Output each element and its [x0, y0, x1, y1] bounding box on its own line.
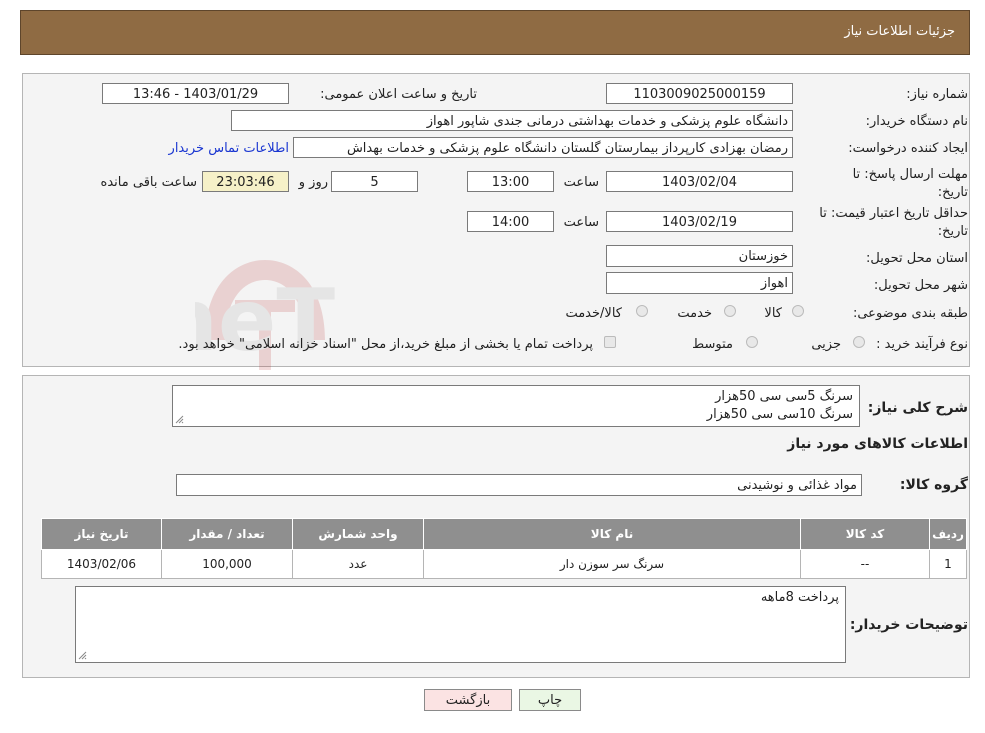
cell-item-code: --	[800, 549, 930, 579]
deadline-time-field: 13:00	[467, 171, 554, 192]
category-option-goods-service: کالا/خدمت	[565, 306, 622, 321]
summary-line-1: سرنگ 5سی سی 50هزار	[715, 389, 853, 404]
goods-table: ردیف کد کالا نام کالا واحد شمارش تعداد /…	[41, 518, 967, 579]
table-header-row: ردیف کد کالا نام کالا واحد شمارش تعداد /…	[41, 518, 967, 550]
deadline-date-field: 1403/02/04	[606, 171, 793, 192]
deadline-label-line1: مهلت ارسال پاسخ: تا	[852, 167, 968, 182]
province-field: خوزستان	[606, 245, 793, 267]
purchase-option-medium: متوسط	[692, 337, 733, 352]
category-radio-service[interactable]	[724, 305, 736, 317]
resize-grip-icon[interactable]	[175, 415, 184, 424]
category-radio-goods[interactable]	[792, 305, 804, 317]
need-number-field: 1103009025000159	[606, 83, 793, 104]
summary-label: شرح کلی نیاز:	[867, 400, 968, 416]
summary-line-2: سرنگ 10سی سی 50هزار	[706, 407, 853, 422]
announce-datetime-field: 1403/01/29 - 13:46	[102, 83, 289, 104]
col-header-unit: واحد شمارش	[292, 518, 424, 550]
deadline-label-line2: تاریخ:	[937, 185, 968, 200]
purchase-radio-medium[interactable]	[746, 336, 758, 348]
deadline-time-label: ساعت	[563, 175, 599, 190]
buyer-notes-text: پرداخت 8ماهه	[760, 590, 839, 605]
validity-time-label: ساعت	[563, 215, 599, 230]
cell-quantity: 100,000	[161, 549, 293, 579]
days-remaining-field: 5	[331, 171, 418, 192]
goods-group-label: گروه کالا:	[899, 477, 968, 493]
validity-label-line1: حداقل تاریخ اعتبار قیمت: تا	[819, 206, 968, 221]
resize-grip-icon[interactable]	[78, 651, 87, 660]
col-header-quantity: تعداد / مقدار	[161, 518, 293, 550]
validity-time-field: 14:00	[467, 211, 554, 232]
cell-need-date: 1403/02/06	[41, 549, 162, 579]
summary-textarea[interactable]: سرنگ 5سی سی 50هزار سرنگ 10سی سی 50هزار	[172, 385, 860, 427]
city-label: شهر محل تحویل:	[873, 278, 968, 293]
creator-label: ایجاد کننده درخواست:	[848, 141, 968, 156]
city-field: اهواز	[606, 272, 793, 294]
col-header-item-code: کد کالا	[800, 518, 930, 550]
remaining-time-field: 23:03:46	[202, 171, 289, 192]
buyer-notes-label: توضیحات خریدار:	[849, 617, 968, 633]
purchase-option-minor: جزیی	[811, 337, 841, 352]
category-label: طبقه بندی موضوعی:	[852, 306, 968, 321]
page-title: جزئیات اطلاعات نیاز	[844, 24, 955, 39]
page-header: جزئیات اطلاعات نیاز	[20, 10, 970, 55]
cell-unit: عدد	[292, 549, 424, 579]
buyer-org-label: نام دستگاه خریدار:	[865, 114, 968, 129]
purchase-treasury-note: پرداخت تمام یا بخشی از مبلغ خرید،از محل …	[178, 337, 593, 352]
need-number-label: شماره نیاز:	[906, 87, 968, 102]
print-button[interactable]: چاپ	[519, 689, 581, 711]
announce-datetime-label: تاریخ و ساعت اعلان عمومی:	[320, 87, 477, 102]
goods-group-field: مواد غذائی و نوشیدنی	[176, 474, 862, 496]
col-header-item-name: نام کالا	[423, 518, 801, 550]
province-label: استان محل تحویل:	[866, 251, 968, 266]
col-header-need-date: تاریخ نیاز	[41, 518, 162, 550]
back-button[interactable]: بازگشت	[424, 689, 512, 711]
purchase-radio-minor[interactable]	[853, 336, 865, 348]
cell-row-number: 1	[929, 549, 967, 579]
validity-label-line2: تاریخ:	[937, 224, 968, 239]
remaining-time-label: ساعت باقی مانده	[100, 175, 197, 190]
buyer-contact-link[interactable]: اطلاعات تماس خریدار	[169, 141, 289, 156]
purchase-type-label: نوع فرآیند خرید :	[876, 337, 968, 352]
col-header-row-number: ردیف	[929, 518, 967, 550]
category-radio-goods-service[interactable]	[636, 305, 648, 317]
table-row: 1 -- سرنگ سر سوزن دار عدد 100,000 1403/0…	[41, 549, 967, 579]
validity-date-field: 1403/02/19	[606, 211, 793, 232]
cell-item-name: سرنگ سر سوزن دار	[423, 549, 801, 579]
buyer-notes-textarea[interactable]: پرداخت 8ماهه	[75, 586, 846, 663]
goods-info-title: اطلاعات کالاهای مورد نیاز	[787, 436, 968, 452]
creator-field: رمضان بهزادی کارپرداز بیمارستان گلستان د…	[293, 137, 793, 158]
purchase-treasury-checkbox[interactable]	[604, 336, 616, 348]
category-option-goods: کالا	[764, 306, 782, 321]
buyer-org-field: دانشگاه علوم پزشکی و خدمات بهداشتی درمان…	[231, 110, 793, 131]
days-label: روز و	[298, 175, 328, 190]
category-option-service: خدمت	[677, 306, 712, 321]
